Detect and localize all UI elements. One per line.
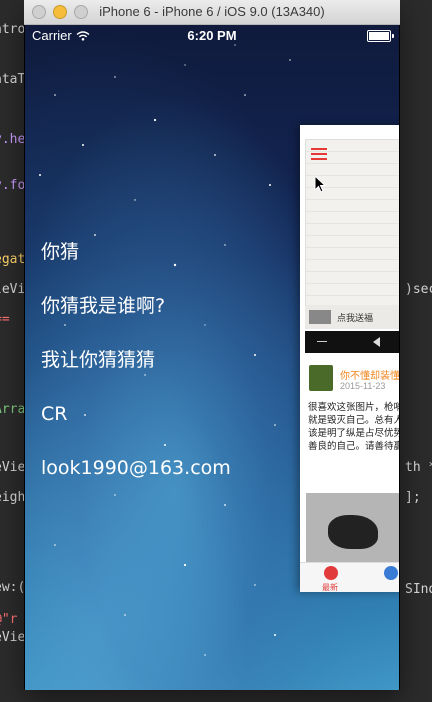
window-title: iPhone 6 - iPhone 6 / iOS 9.0 (13A340) [99,4,325,19]
tab-newest-label[interactable]: 最新 [322,582,338,592]
menu-item-guess-guess[interactable]: 我让你猜猜猜 [41,333,231,387]
tab-newest-icon[interactable] [324,566,338,580]
caption-thumbnail [309,310,331,324]
phone-screen: Carrier 6:20 PM 你猜 你猜我是谁啊? 我让你猜猜猜 CR loo… [25,25,399,690]
author-avatar[interactable] [309,365,333,391]
code-fragment: v.fo [0,178,26,193]
android-nav-bar [305,331,399,353]
image-caption-strip: 点我送福 [305,305,399,329]
code-fragment: leVi [0,282,26,297]
status-bar: Carrier 6:20 PM [25,25,399,45]
hamburger-menu-icon[interactable] [311,148,327,163]
mouse-cursor-icon [314,175,326,193]
code-fragment: ]; [405,490,421,505]
code-fragment: eVie [0,630,26,645]
menu-item-who-am-i[interactable]: 你猜我是谁啊? [41,279,231,333]
status-time: 6:20 PM [187,28,237,43]
main-view-preview[interactable]: 点我送福 你不懂却装懂 2015-11-23 很喜欢这张图片，枪哨声就是毁灭自己… [300,125,399,592]
simulator-window: iPhone 6 - iPhone 6 / iOS 9.0 (13A340) C… [24,0,400,690]
code-fragment: SInd [405,582,432,597]
code-fragment: eigh [0,490,26,505]
dog-figure [328,515,378,549]
code-fragment: egat [0,252,26,267]
menu-item-cr[interactable]: CR [41,387,231,441]
caption-text: 点我送福 [337,312,374,323]
code-fragment: th * [405,460,432,475]
post-date: 2015-11-23 [340,381,386,391]
tab-second-icon[interactable] [384,566,398,580]
post-image [305,139,399,306]
menu-item-email[interactable]: look1990@163.com [41,441,231,495]
code-fragment: == [0,312,10,327]
code-fragment: ataT [0,72,26,87]
code-fragment: ew:( [0,580,26,595]
code-fragment: )sec [405,282,432,297]
code-fragment: v.he [0,132,26,147]
menu-item-guess[interactable]: 你猜 [41,225,231,279]
tab-bar: 最新 [300,562,399,592]
battery-icon [367,30,394,42]
side-menu: 你猜 你猜我是谁啊? 我让你猜猜猜 CR look1990@163.com [41,225,231,495]
nav-line-icon [317,341,327,342]
window-titlebar[interactable]: iPhone 6 - iPhone 6 / iOS 9.0 (13A340) [24,0,400,25]
code-fragment: @"r [0,612,18,627]
code-fragment: eVie [0,460,26,475]
back-triangle-icon [373,337,380,347]
code-fragment: Arra [0,402,26,417]
author-name[interactable]: 你不懂却装懂 [340,367,399,382]
post-text: 很喜欢这张图片，枪哨声就是毁灭自己。总有人说该是明了纵是占尽优势做善良的自己。请… [308,402,399,452]
